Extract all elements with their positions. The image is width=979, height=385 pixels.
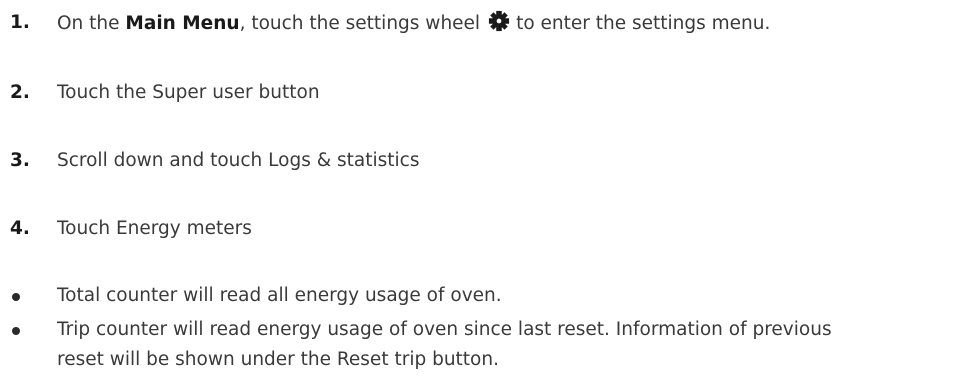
main-menu-label: Main Menu bbox=[125, 13, 240, 34]
gear-icon bbox=[488, 10, 510, 32]
bullet-dot bbox=[12, 293, 20, 301]
bullet-text: Total counter will read all energy usage… bbox=[57, 285, 502, 306]
bullet-dot bbox=[12, 327, 20, 335]
step-text-suffix: to enter the settings menu. bbox=[516, 13, 771, 34]
step-text: Touch the Super user button bbox=[57, 81, 320, 103]
step-text-middle: , touch the settings wheel bbox=[239, 13, 481, 34]
step-number: 1. bbox=[10, 11, 30, 33]
step-text: Scroll down and touch Logs & statistics bbox=[57, 149, 420, 171]
step-text: On the Main Menu, touch the settings whe… bbox=[57, 10, 770, 34]
bullet-text-line-1: Trip counter will read energy usage of o… bbox=[57, 319, 832, 340]
step-number: 4. bbox=[10, 217, 30, 239]
step-text: Touch Energy meters bbox=[57, 217, 252, 239]
step-text-prefix: On the bbox=[57, 13, 126, 34]
step-number: 3. bbox=[10, 149, 30, 171]
bullet-text-line-2: reset will be shown under the Reset trip… bbox=[57, 349, 499, 370]
step-number: 2. bbox=[10, 81, 30, 103]
